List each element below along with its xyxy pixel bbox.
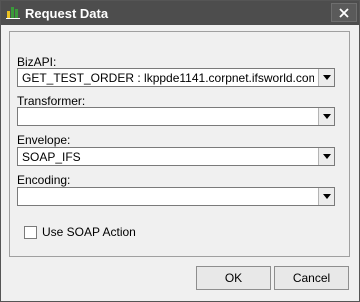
use-soap-action-label[interactable]: Use SOAP Action	[42, 225, 136, 239]
cancel-button[interactable]: Cancel	[274, 266, 349, 290]
transformer-label: Transformer:	[17, 94, 86, 108]
envelope-value: SOAP_IFS	[22, 150, 81, 164]
close-button[interactable]	[331, 3, 357, 22]
close-icon	[339, 8, 349, 18]
ok-button[interactable]: OK	[196, 266, 271, 290]
transformer-dropdown[interactable]	[17, 107, 335, 126]
bizapi-label: BizAPI:	[17, 55, 57, 69]
title-bar[interactable]: Request Data	[1, 1, 359, 25]
encoding-dropdown[interactable]	[17, 187, 335, 206]
chevron-down-icon	[323, 114, 331, 119]
chevron-down-icon	[323, 154, 331, 159]
request-data-dialog: Request Data BizAPI: GET_TEST_ORDER : lk…	[0, 0, 360, 302]
bizapi-value: GET_TEST_ORDER : lkppde1141.corpnet.ifsw…	[22, 71, 314, 85]
use-soap-action-checkbox[interactable]	[24, 226, 37, 239]
bizapi-dropdown[interactable]: GET_TEST_ORDER : lkppde1141.corpnet.ifsw…	[17, 68, 335, 87]
envelope-dropdown[interactable]: SOAP_IFS	[17, 147, 335, 166]
dialog-title: Request Data	[25, 6, 109, 21]
encoding-label: Encoding:	[17, 173, 71, 187]
bizapi-dropdown-arrow[interactable]	[318, 69, 334, 86]
chevron-down-icon	[323, 194, 331, 199]
transformer-dropdown-arrow[interactable]	[318, 108, 334, 125]
bar-chart-icon	[6, 5, 20, 19]
chevron-down-icon	[323, 75, 331, 80]
envelope-label: Envelope:	[17, 133, 71, 147]
encoding-dropdown-arrow[interactable]	[318, 188, 334, 205]
envelope-dropdown-arrow[interactable]	[318, 148, 334, 165]
